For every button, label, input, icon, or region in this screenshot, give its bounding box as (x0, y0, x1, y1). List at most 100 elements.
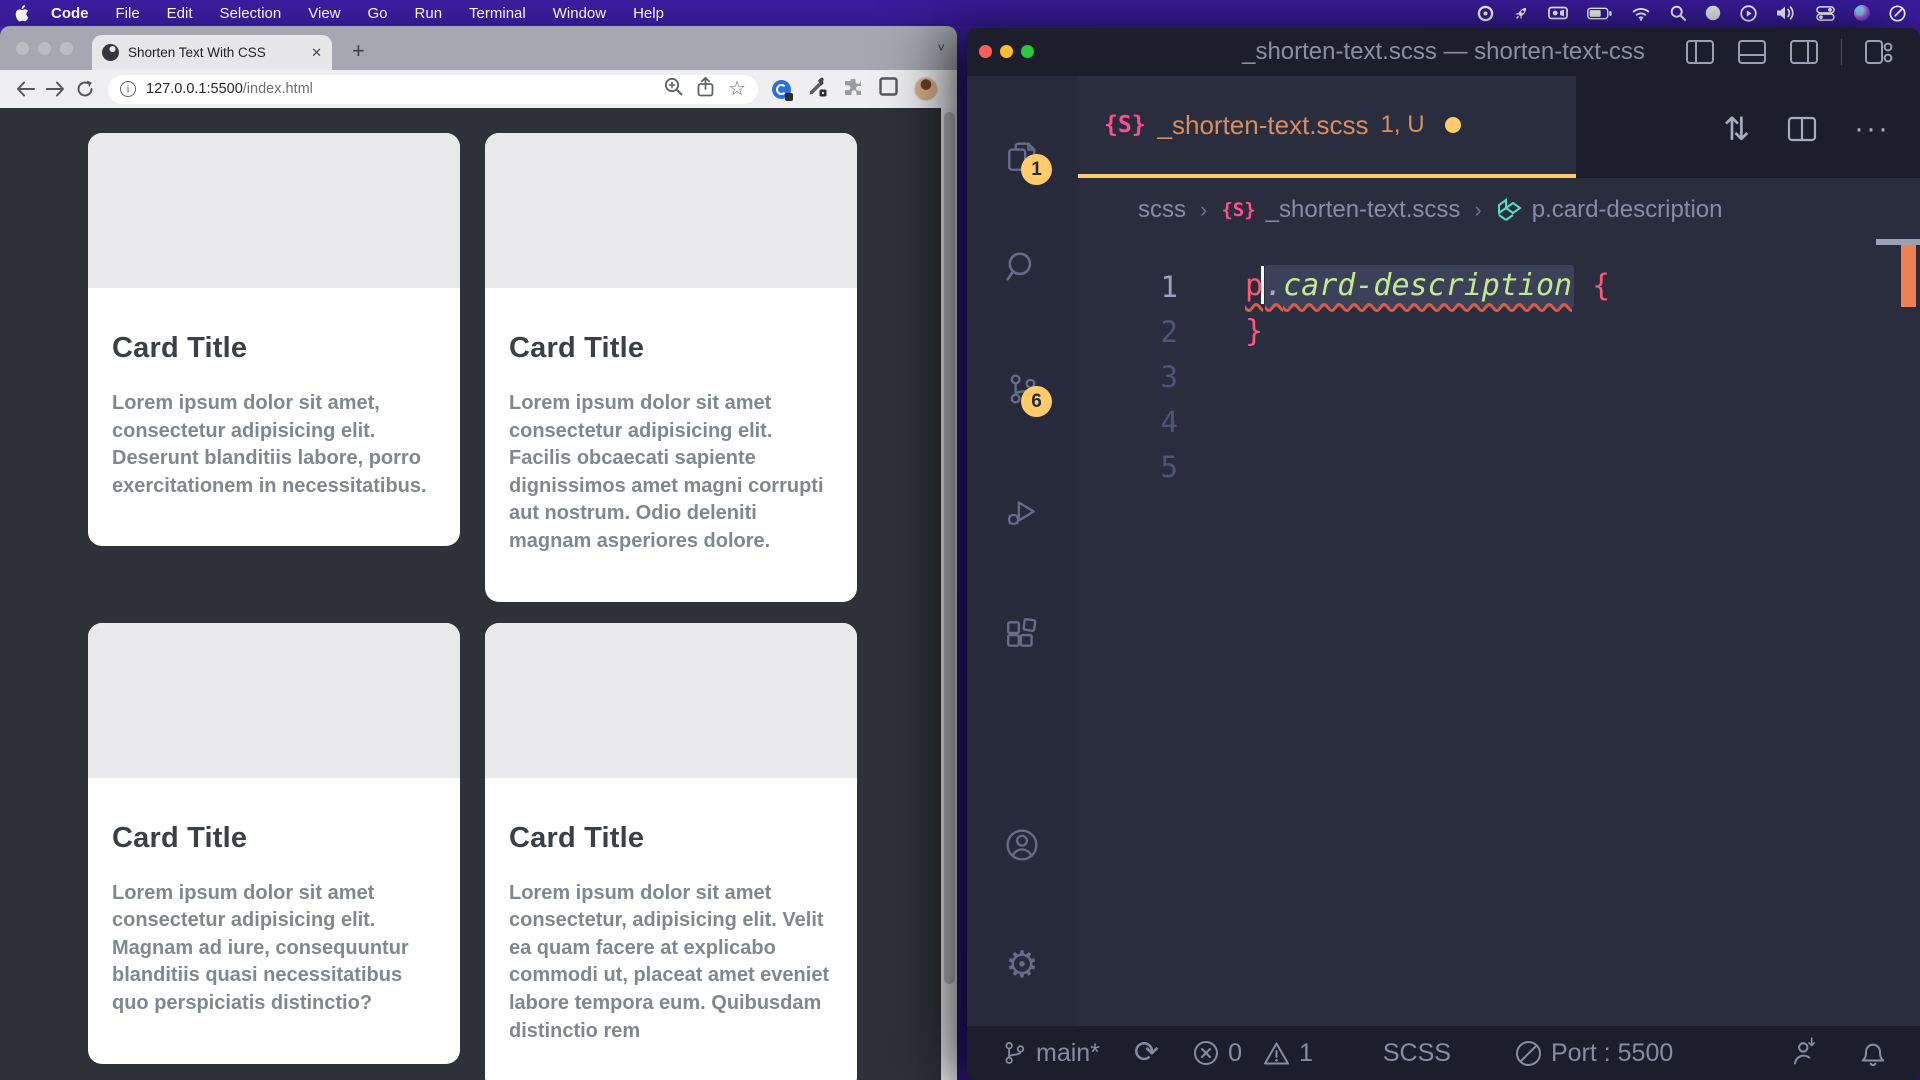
tab-close-icon[interactable]: ✕ (311, 45, 322, 61)
feedback-person-icon[interactable] (1792, 1039, 1822, 1067)
toggle-primary-sidebar-icon[interactable] (1685, 37, 1715, 67)
tab-favicon-icon (102, 44, 119, 61)
code-line-1[interactable]: 1 p.card-description { (1078, 264, 1920, 309)
wifi-icon[interactable] (1631, 6, 1651, 21)
card-image-placeholder (88, 623, 460, 778)
account-icon[interactable] (1005, 828, 1039, 862)
notifications-bell-icon[interactable] (1860, 1039, 1886, 1068)
scrollbar-thumb[interactable] (944, 112, 955, 984)
sync-icon[interactable]: ⟳ (1134, 1040, 1159, 1066)
apple-icon[interactable] (14, 5, 29, 22)
vscode-window-controls[interactable] (979, 45, 1034, 58)
circle-slash-icon (1515, 1040, 1542, 1067)
extension-blue-lock-icon[interactable] (772, 80, 791, 99)
back-icon[interactable] (10, 81, 40, 97)
control-center-icon[interactable] (1816, 6, 1835, 21)
card-description: Lorem ipsum dolor sit amet consectetur, … (509, 880, 833, 1046)
close-brace: } (1178, 314, 1263, 349)
extensions-icon[interactable] (1005, 617, 1039, 651)
git-branch-status[interactable]: main* (1001, 1039, 1100, 1068)
card: Card Title Lorem ipsum dolor sit amet co… (485, 133, 857, 602)
bookmark-star-icon[interactable]: ☆ (728, 82, 746, 96)
play-circle-icon[interactable] (1740, 5, 1757, 22)
tab-search-chevron-icon[interactable]: ˅ (937, 40, 945, 55)
editor-tab[interactable]: {S} _shorten-text.scss 1, U (1078, 76, 1576, 178)
code-line-5[interactable]: 5 (1078, 444, 1920, 489)
rocket-icon[interactable] (1513, 5, 1529, 22)
menu-item-selection[interactable]: Selection (220, 5, 282, 22)
divider (1841, 39, 1842, 65)
source-control-badge: 6 (1021, 386, 1052, 417)
browser-tab[interactable]: Shorten Text With CSS ✕ (92, 35, 332, 70)
menu-item-file[interactable]: File (116, 5, 140, 22)
url-path: /index.html (243, 81, 313, 97)
browser-window-controls[interactable] (16, 42, 73, 55)
card-image-placeholder (88, 133, 460, 288)
eyedropper-icon[interactable] (807, 77, 827, 102)
share-icon[interactable] (697, 77, 714, 102)
zoom-icon[interactable] (664, 77, 683, 101)
toggle-secondary-sidebar-icon[interactable] (1789, 37, 1819, 67)
menu-item-go[interactable]: Go (368, 5, 388, 22)
sass-file-icon: {S} (1221, 199, 1255, 221)
url-text[interactable]: 127.0.0.1:5500/index.html (146, 81, 313, 97)
url-bar[interactable]: i 127.0.0.1:5500/index.html ☆ (108, 75, 758, 104)
app-circle-icon[interactable] (1705, 5, 1721, 21)
card-grid: Card Title Lorem ipsum dolor sit amet, c… (88, 133, 857, 1080)
run-debug-icon[interactable] (1005, 495, 1039, 529)
siri-icon[interactable] (1854, 5, 1870, 21)
error-icon (1193, 1040, 1219, 1066)
menu-item-edit[interactable]: Edit (167, 5, 193, 22)
menu-item-app[interactable]: Code (51, 5, 89, 22)
breadcrumb-symbol[interactable]: p.card-description (1532, 196, 1723, 224)
battery-icon[interactable] (1587, 7, 1612, 20)
split-editor-icon[interactable] (1786, 113, 1818, 145)
extensions-puzzle-icon[interactable] (843, 77, 863, 102)
profile-avatar[interactable] (914, 77, 938, 101)
card-image-placeholder (485, 133, 857, 288)
warning-count: 1 (1299, 1039, 1313, 1068)
chevron-right-icon: › (1474, 197, 1481, 223)
card-description: Lorem ipsum dolor sit amet consectetur a… (112, 880, 436, 1018)
breadcrumb-folder[interactable]: scss (1138, 196, 1186, 224)
search-icon[interactable] (1005, 250, 1039, 284)
code-line-4[interactable]: 4 (1078, 399, 1920, 444)
customize-layout-icon[interactable] (1864, 37, 1894, 67)
code-editor[interactable]: 1 p.card-description { 2 } 3 4 5 (1078, 242, 1920, 1026)
site-info-icon[interactable]: i (120, 81, 136, 97)
forward-icon[interactable] (40, 81, 70, 97)
more-actions-icon[interactable]: ··· (1854, 119, 1890, 139)
code-line-2[interactable]: 2 } (1078, 309, 1920, 354)
unsaved-changes-dot[interactable] (1445, 117, 1461, 133)
settings-gear-icon[interactable]: ⚙ (1005, 948, 1039, 982)
card: Card Title Lorem ipsum dolor sit amet, c… (88, 133, 460, 546)
screen-record-icon[interactable] (1548, 6, 1568, 20)
record-icon[interactable] (1477, 5, 1494, 22)
volume-icon[interactable] (1776, 5, 1797, 21)
menu-item-view[interactable]: View (308, 5, 340, 22)
menu-item-window[interactable]: Window (553, 5, 606, 22)
clock-icon[interactable] (1889, 5, 1906, 22)
code-line-3[interactable]: 3 (1078, 354, 1920, 399)
tab-filename: _shorten-text.scss (1158, 110, 1369, 141)
browser-toolbar: i 127.0.0.1:5500/index.html ☆ (0, 70, 957, 108)
open-brace: { (1574, 268, 1610, 303)
word-highlight: .card-description (1265, 265, 1574, 308)
menu-item-help[interactable]: Help (633, 5, 664, 22)
menu-item-terminal[interactable]: Terminal (469, 5, 526, 22)
scrollbar-track[interactable] (941, 108, 957, 1080)
toggle-panel-icon[interactable] (1737, 37, 1767, 67)
menu-item-run[interactable]: Run (415, 5, 443, 22)
side-panel-icon[interactable] (879, 77, 898, 101)
live-server-status[interactable]: Port : 5500 (1515, 1039, 1673, 1068)
language-mode[interactable]: SCSS (1383, 1039, 1451, 1068)
breadcrumb-file[interactable]: _shorten-text.scss (1266, 196, 1461, 224)
symbol-class-icon (1496, 197, 1522, 223)
spotlight-search-icon[interactable] (1670, 5, 1686, 21)
open-changes-icon[interactable]: ⇅ (1723, 110, 1750, 148)
reload-icon[interactable] (70, 80, 100, 98)
problems-status[interactable]: 0 1 (1193, 1039, 1313, 1068)
new-tab-button[interactable]: + (352, 38, 365, 64)
card-description: Lorem ipsum dolor sit amet consectetur a… (509, 390, 833, 556)
url-host: 127.0.0.1:5500 (146, 81, 243, 97)
